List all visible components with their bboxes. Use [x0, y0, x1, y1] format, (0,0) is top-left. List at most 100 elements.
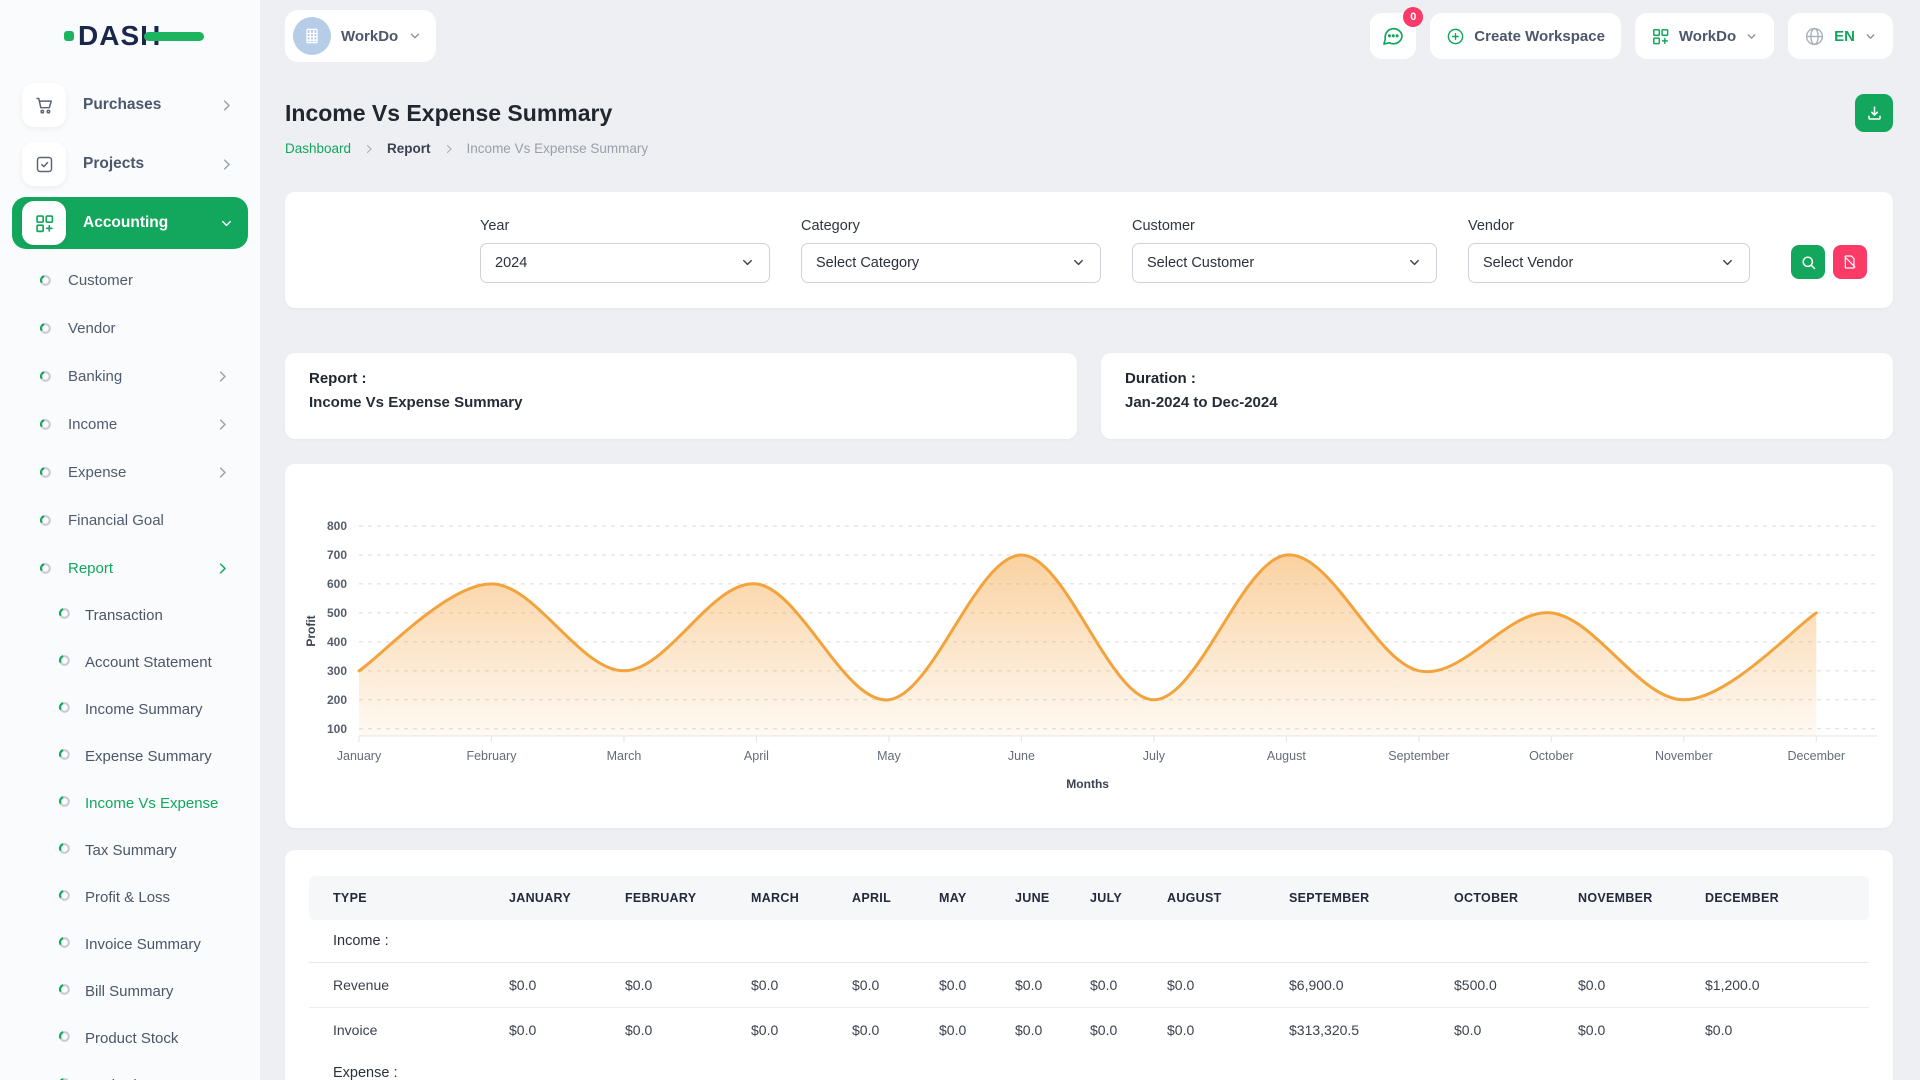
sidebar-item-label: Vendor — [68, 320, 116, 337]
create-workspace-button[interactable]: Create Workspace — [1430, 13, 1621, 59]
breadcrumb-current: Income Vs Expense Summary — [467, 141, 649, 156]
column-header-june: JUNE — [1015, 876, 1090, 920]
report-card-title: Report : — [309, 370, 1053, 387]
table-cell: $500.0 — [1454, 962, 1578, 1007]
table-cell: $0.0 — [1167, 1007, 1289, 1052]
logo-dot-icon — [64, 31, 74, 41]
table-cell: $0.0 — [852, 1007, 939, 1052]
svg-text:March: March — [607, 749, 642, 763]
table-cell: $0.0 — [939, 962, 1015, 1007]
search-button[interactable] — [1791, 245, 1825, 279]
sidebar-item-income-summary[interactable]: Income Summary — [0, 686, 260, 733]
sidebar-item-profit-loss[interactable]: Profit & Loss — [0, 874, 260, 921]
sidebar-item-financial-goal[interactable]: Financial Goal — [0, 496, 260, 544]
column-header-type: TYPE — [309, 876, 509, 920]
app-logo[interactable]: DASH — [0, 0, 260, 72]
sidebar-item-report[interactable]: Report — [0, 544, 260, 592]
year-select[interactable]: 2024 — [480, 243, 770, 283]
download-button[interactable] — [1855, 94, 1893, 132]
table-cell: $0.0 — [852, 962, 939, 1007]
sidebar-item-bill-summary[interactable]: Bill Summary — [0, 968, 260, 1015]
sidebar-item-account-statement[interactable]: Account Statement — [0, 639, 260, 686]
svg-text:800: 800 — [327, 519, 347, 533]
table-row-invoice: Invoice$0.0$0.0$0.0$0.0$0.0$0.0$0.0$0.0$… — [309, 1007, 1869, 1052]
sidebar-item-label: Invoice Summary — [85, 936, 201, 953]
table-cell: $6,900.0 — [1289, 962, 1454, 1007]
sidebar-item-label: Purchases — [83, 96, 161, 114]
donut-bullet-icon — [39, 466, 52, 479]
chevron-right-icon — [215, 561, 230, 576]
sidebar-item-product-stock[interactable]: Product Stock — [0, 1015, 260, 1062]
sidebar-item-invoice-summary[interactable]: Invoice Summary — [0, 921, 260, 968]
language-selector[interactable]: EN — [1788, 13, 1893, 59]
sidebar-item-income[interactable]: Income — [0, 400, 260, 448]
column-header-december: DECEMBER — [1705, 876, 1869, 920]
breadcrumb: Dashboard Report Income Vs Expense Summa… — [285, 141, 1893, 156]
svg-text:Months: Months — [1066, 777, 1109, 791]
sidebar-item-purchases[interactable]: Purchases — [12, 79, 248, 131]
sidebar-item-tax-summary[interactable]: Tax Summary — [0, 827, 260, 874]
donut-bullet-icon — [58, 842, 71, 855]
svg-text:400: 400 — [327, 635, 347, 649]
sidebar-item-vendor[interactable]: Vendor — [0, 304, 260, 352]
workspace-dropdown-label: WorkDo — [1679, 28, 1736, 45]
customer-select[interactable]: Select Customer — [1132, 243, 1437, 283]
sidebar-item-label: Accounting — [83, 214, 168, 232]
summary-cards: Report : Income Vs Expense Summary Durat… — [285, 353, 1893, 439]
category-label: Category — [801, 218, 1101, 234]
table-cell: $0.0 — [509, 962, 625, 1007]
workspace-selector[interactable]: WorkDo — [285, 10, 436, 62]
column-header-july: JULY — [1090, 876, 1167, 920]
column-header-february: FEBRUARY — [625, 876, 751, 920]
reset-button[interactable] — [1833, 245, 1867, 279]
notification-badge: 0 — [1403, 7, 1423, 27]
vendor-select[interactable]: Select Vendor — [1468, 243, 1750, 283]
sidebar-item-projects[interactable]: Projects — [12, 138, 248, 190]
table-cell: $0.0 — [509, 1007, 625, 1052]
column-header-january: JANUARY — [509, 876, 625, 920]
donut-bullet-icon — [58, 607, 71, 620]
sidebar-item-label: Income Vs Expense — [85, 795, 218, 812]
sidebar-item-banking[interactable]: Banking — [0, 352, 260, 400]
category-select[interactable]: Select Category — [801, 243, 1101, 283]
sidebar-item-label: Income — [68, 416, 117, 433]
grid-plus-icon — [1651, 27, 1670, 46]
sidebar-item-customer[interactable]: Customer — [0, 256, 260, 304]
donut-bullet-icon — [58, 701, 71, 714]
donut-bullet-icon — [39, 514, 52, 527]
svg-text:300: 300 — [327, 664, 347, 678]
workspace-dropdown[interactable]: WorkDo — [1635, 13, 1774, 59]
filter-card: Year 2024 Category Select Category Custo… — [285, 192, 1893, 308]
sidebar-item-accounting[interactable]: Accounting — [12, 197, 248, 249]
svg-text:September: September — [1388, 749, 1449, 763]
sidebar-item-income-vs-expense[interactable]: Income Vs Expense — [0, 780, 260, 827]
table-cell: $0.0 — [1705, 1007, 1869, 1052]
donut-bullet-icon — [39, 322, 52, 335]
chart-card: 100200300400500600700800JanuaryFebruaryM… — [285, 464, 1893, 828]
table-cell: $0.0 — [1015, 1007, 1090, 1052]
table-cell: $313,320.5 — [1289, 1007, 1454, 1052]
chevron-down-icon — [740, 255, 755, 270]
table-header-row: TYPEJANUARYFEBRUARYMARCHAPRILMAYJUNEJULY… — [309, 876, 1869, 920]
donut-bullet-icon — [39, 274, 52, 287]
donut-bullet-icon — [39, 562, 52, 575]
svg-text:May: May — [877, 749, 901, 763]
donut-bullet-icon — [39, 370, 52, 383]
breadcrumb-report[interactable]: Report — [387, 141, 431, 156]
column-header-may: MAY — [939, 876, 1015, 920]
svg-text:August: August — [1267, 749, 1306, 763]
breadcrumb-dashboard[interactable]: Dashboard — [285, 141, 351, 156]
sidebar-item-expense[interactable]: Expense — [0, 448, 260, 496]
donut-bullet-icon — [58, 983, 71, 996]
column-header-september: SEPTEMBER — [1289, 876, 1454, 920]
sidebar-item-expense-summary[interactable]: Expense Summary — [0, 733, 260, 780]
chevron-right-icon — [219, 157, 234, 172]
table-cell: $0.0 — [751, 962, 852, 1007]
table-section-row-income: Income : — [309, 920, 1869, 962]
table-cell: $0.0 — [625, 1007, 751, 1052]
sidebar-item-cash-flow[interactable]: Cash Flow — [0, 1062, 260, 1080]
table-cell: $0.0 — [1015, 962, 1090, 1007]
sidebar-item-label: Income Summary — [85, 701, 203, 718]
sidebar-item-transaction[interactable]: Transaction — [0, 592, 260, 639]
messages-button[interactable]: 0 — [1370, 13, 1416, 59]
